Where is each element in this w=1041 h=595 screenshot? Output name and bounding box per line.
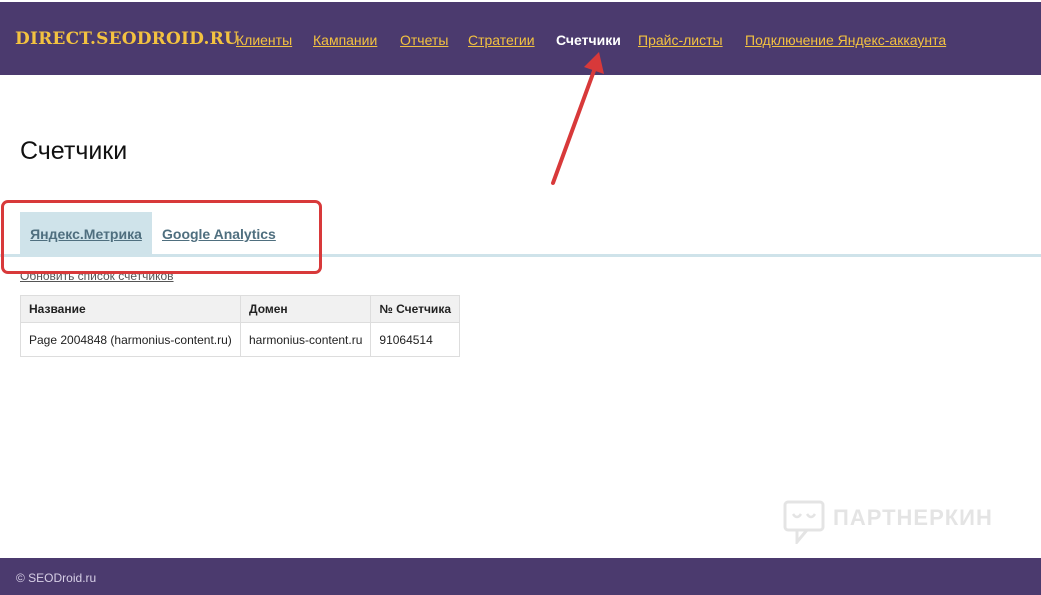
tab-google-analytics[interactable]: Google Analytics	[162, 212, 276, 256]
watermark: ПАРТНЕРКИН	[783, 500, 1003, 544]
cell-name: Page 2004848 (harmonius-content.ru)	[20, 322, 241, 357]
column-header-counter-number: № Счетчика	[370, 295, 461, 323]
nav-link-campaigns[interactable]: Кампании	[313, 32, 377, 48]
column-header-domain: Домен	[239, 295, 372, 323]
counters-table: Название Домен № Счетчика Page 2004848 (…	[20, 295, 461, 357]
table-row: Page 2004848 (harmonius-content.ru) harm…	[20, 322, 461, 357]
nav-link-reports[interactable]: Отчеты	[400, 32, 448, 48]
nav-link-clients[interactable]: Клиенты	[236, 32, 292, 48]
page-title: Счетчики	[20, 137, 128, 165]
nav-link-counters[interactable]: Счетчики	[556, 32, 621, 48]
site-logo[interactable]: DIRECT.SEODROID.RU	[15, 29, 239, 49]
refresh-counters-link[interactable]: Обновить список счетчиков	[20, 269, 174, 283]
table-header-row: Название Домен № Счетчика	[20, 295, 461, 323]
footer-copyright: © SEODroid.ru	[16, 571, 97, 585]
top-navigation-bar: DIRECT.SEODROID.RU Клиенты Кампании Отче…	[0, 2, 1041, 75]
cell-domain: harmonius-content.ru	[239, 322, 372, 357]
footer: © SEODroid.ru	[0, 558, 1041, 595]
tab-yandex-metrika[interactable]: Яндекс.Метрика	[20, 212, 152, 256]
nav-link-price-lists[interactable]: Прайс-листы	[638, 32, 723, 48]
watermark-text: ПАРТНЕРКИН	[833, 505, 993, 530]
nav-link-strategies[interactable]: Стратегии	[468, 32, 535, 48]
column-header-name: Название	[20, 295, 241, 323]
cell-counter-number: 91064514	[370, 322, 461, 357]
watermark-logo-icon	[783, 500, 825, 544]
tab-underline	[0, 254, 1041, 257]
nav-link-yandex-account[interactable]: Подключение Яндекс-аккаунта	[745, 32, 946, 48]
